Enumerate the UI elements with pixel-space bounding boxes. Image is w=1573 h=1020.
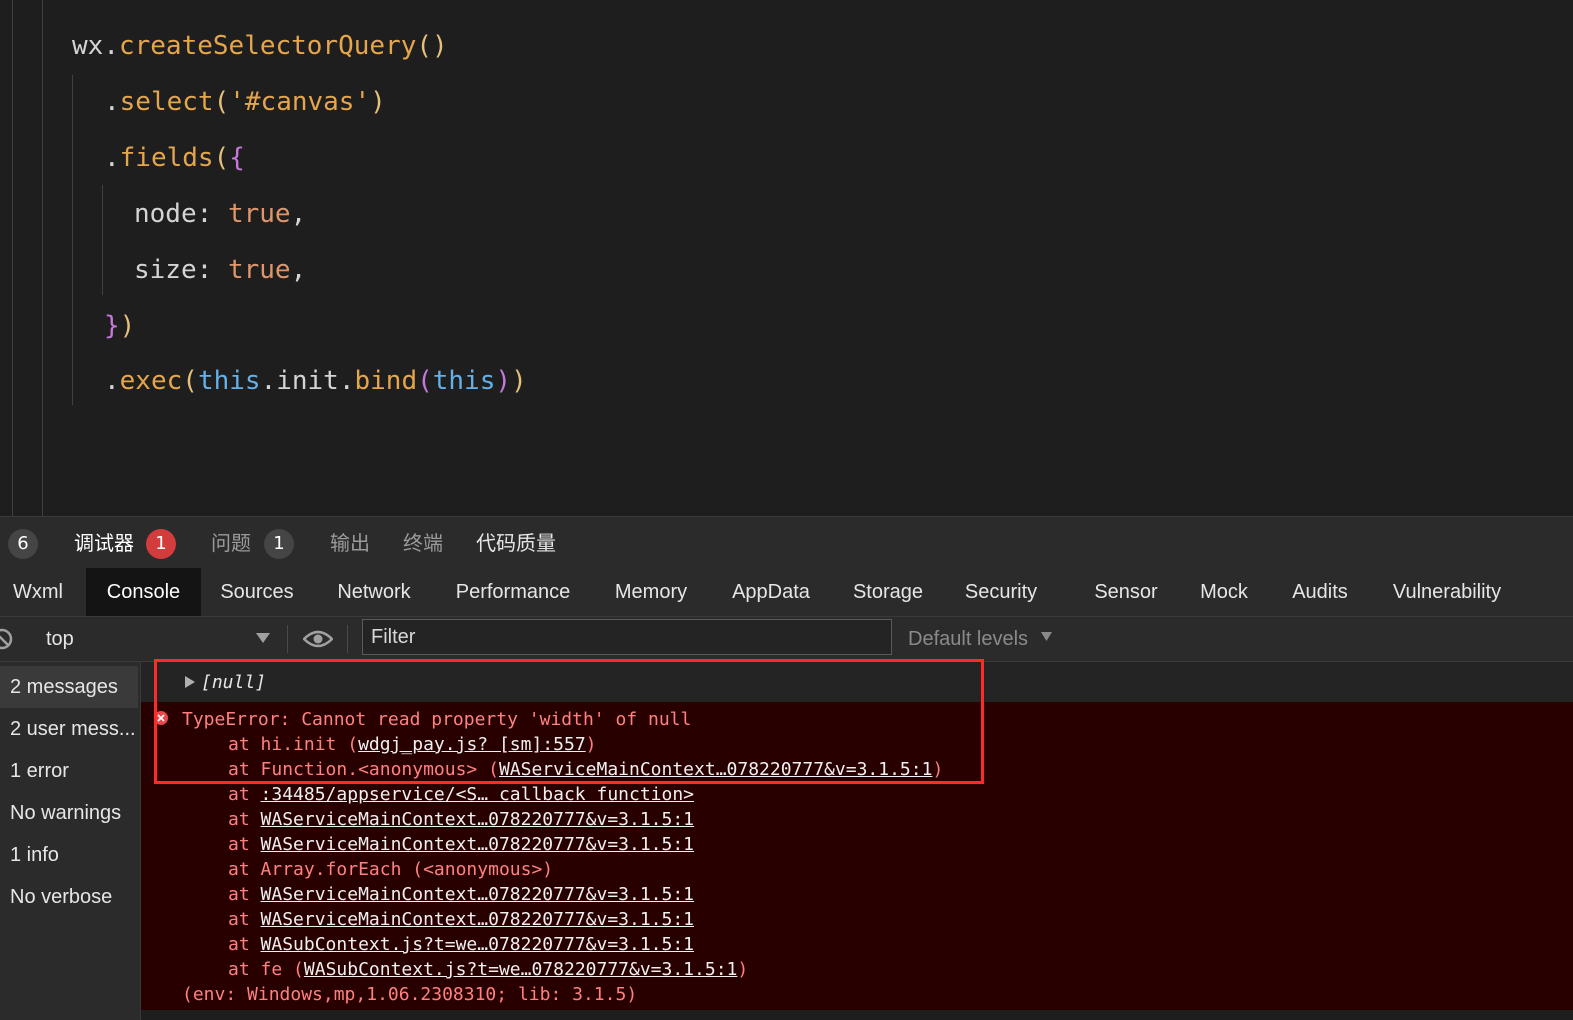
tab-vulnerability[interactable]: Vulnerability (1381, 568, 1513, 616)
tab-mock[interactable]: Mock (1190, 568, 1258, 616)
source-link[interactable]: WAServiceMainContext…078220777&v=3.1.5:1 (261, 809, 694, 830)
indent-guide (42, 0, 43, 516)
source-link[interactable]: :34485/appservice/<S… callback function> (261, 784, 694, 805)
filter-input[interactable]: Filter (362, 619, 892, 655)
tab-security[interactable]: Security (955, 568, 1047, 616)
chevron-down-icon[interactable] (256, 633, 270, 643)
tab-output[interactable]: 输出 (330, 517, 370, 569)
sidebar-item-info[interactable]: 1 info (0, 834, 138, 876)
debugger-error-badge: 1 (146, 529, 176, 559)
sidebar-item-warnings[interactable]: No warnings (0, 792, 138, 834)
expand-triangle-icon[interactable] (185, 676, 195, 688)
error-icon (154, 711, 168, 725)
tab-sources[interactable]: Sources (210, 568, 304, 616)
sidebar-item-verbose[interactable]: No verbose (0, 876, 138, 918)
code-line-1: wx.createSelectorQuery() (72, 31, 448, 61)
sidebar-item-user-messages[interactable]: 2 user mess... (0, 708, 138, 750)
tab-storage[interactable]: Storage (843, 568, 933, 616)
code-line-3: .fields({ (104, 143, 245, 173)
source-link[interactable]: WASubContext.js?t=we…078220777&v=3.1.5:1 (304, 959, 737, 980)
tab-terminal[interactable]: 终端 (403, 517, 443, 569)
stack-frame: at WAServiceMainContext…078220777&v=3.1.… (228, 834, 695, 855)
source-link[interactable]: WASubContext.js?t=we…078220777&v=3.1.5:1 (261, 934, 694, 955)
toolbar-divider (347, 625, 348, 653)
code-line-4: node: true, (134, 199, 307, 229)
stack-frame: at :34485/appservice/<S… callback functi… (228, 784, 695, 805)
source-link[interactable]: wdgj_pay.js? [sm]:557 (358, 734, 586, 755)
tab-appdata[interactable]: AppData (722, 568, 820, 616)
code-line-7: .exec(this.init.bind(this)) (104, 366, 527, 396)
panel-tab-bar: 6 调试器 1 问题 1 输出 终端 代码质量 (0, 516, 1573, 569)
source-link[interactable]: WAServiceMainContext…078220777&v=3.1.5:1 (499, 759, 932, 780)
source-link[interactable]: WAServiceMainContext…078220777&v=3.1.5:1 (261, 909, 694, 930)
indent-guide (12, 0, 13, 516)
error-message: TypeError: Cannot read property 'width' … (182, 709, 692, 730)
code-line-5: size: true, (134, 255, 307, 285)
source-link[interactable]: WAServiceMainContext…078220777&v=3.1.5:1 (261, 834, 694, 855)
tab-audits[interactable]: Audits (1282, 568, 1358, 616)
null-value: [null] (201, 672, 267, 693)
tab-wxml[interactable]: Wxml (0, 568, 76, 616)
tab-code-quality[interactable]: 代码质量 (476, 517, 556, 569)
issues-badge: 1 (264, 529, 294, 559)
stack-frame: at WAServiceMainContext…078220777&v=3.1.… (228, 909, 695, 930)
tab-sensor[interactable]: Sensor (1086, 568, 1166, 616)
devtools-tab-bar: Wxml Console Sources Network Performance… (0, 568, 1573, 617)
clear-console-icon[interactable] (0, 626, 14, 652)
indent-guide (102, 185, 103, 295)
tab-debugger[interactable]: 调试器 (74, 517, 134, 569)
eye-icon[interactable] (303, 629, 333, 649)
count-badge[interactable]: 6 (8, 529, 38, 559)
tab-issues[interactable]: 问题 (211, 517, 251, 569)
code-line-6: }) (104, 311, 136, 341)
log-entry-null[interactable]: [null] (141, 662, 1573, 702)
context-selector[interactable]: top (46, 617, 74, 661)
stack-frame: at WASubContext.js?t=we…078220777&v=3.1.… (228, 934, 695, 955)
tab-network[interactable]: Network (325, 568, 423, 616)
console-output: [null] TypeError: Cannot read property '… (141, 662, 1573, 1020)
tab-performance[interactable]: Performance (446, 568, 580, 616)
sidebar-item-errors[interactable]: 1 error (0, 750, 138, 792)
indent-guide (72, 75, 73, 405)
code-line-2: .select('#canvas') (104, 87, 386, 117)
chevron-down-icon[interactable] (1041, 632, 1052, 641)
env-info: (env: Windows,mp,1.06.2308310; lib: 3.1.… (182, 984, 638, 1005)
stack-frame: at WAServiceMainContext…078220777&v=3.1.… (228, 884, 695, 905)
tab-memory[interactable]: Memory (603, 568, 699, 616)
stack-frame: at WAServiceMainContext…078220777&v=3.1.… (228, 809, 695, 830)
stack-frame: at Array.forEach (<anonymous>) (228, 859, 554, 880)
stack-frame: at Function.<anonymous> (WAServiceMainCo… (228, 759, 944, 780)
console-toolbar: top Filter Default levels (0, 617, 1573, 662)
source-link[interactable]: WAServiceMainContext…078220777&v=3.1.5:1 (261, 884, 694, 905)
log-entry-error: TypeError: Cannot read property 'width' … (141, 702, 1573, 1010)
sidebar-item-messages[interactable]: 2 messages (0, 666, 138, 708)
stack-frame: at fe (WASubContext.js?t=we…078220777&v=… (228, 959, 749, 980)
tab-console[interactable]: Console (86, 568, 201, 616)
log-levels-dropdown[interactable]: Default levels (908, 617, 1028, 661)
stack-frame: at hi.init (wdgj_pay.js? [sm]:557) (228, 734, 597, 755)
toolbar-divider (287, 625, 288, 653)
code-editor[interactable]: wx.createSelectorQuery() .select('#canva… (0, 0, 1573, 516)
console-sidebar: 2 messages 2 user mess... 1 error No war… (0, 662, 141, 1020)
